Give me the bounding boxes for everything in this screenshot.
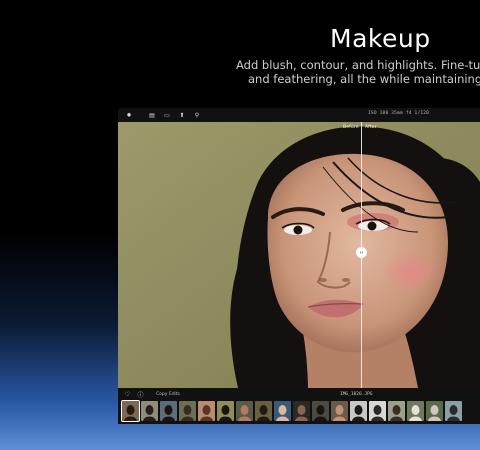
chat-icon[interactable]: ▭ [161, 110, 173, 120]
thumbnail[interactable] [274, 401, 291, 421]
editor-window: ✹ ▤ ▭ ⬆ ⚲ ISO 100 35mm f4 1/120 Before A… [118, 108, 480, 424]
thumbnail[interactable] [121, 400, 140, 422]
info-icon[interactable]: ⓘ [137, 390, 144, 399]
thumbnail[interactable] [198, 401, 215, 421]
thumbnail[interactable] [160, 401, 177, 421]
editor-toolbar: ✹ ▤ ▭ ⬆ ⚲ ISO 100 35mm f4 1/120 [118, 108, 480, 122]
thumbnail[interactable] [407, 401, 424, 421]
gallery-icon[interactable]: ▤ [146, 110, 158, 120]
thumbnail[interactable] [312, 401, 329, 421]
exif-readout: ISO 100 35mm f4 1/120 [368, 111, 430, 116]
copy-edits-button[interactable]: Copy Edits [156, 392, 180, 397]
hero-subtitle: Add blush, contour, and highlights. Fine… [236, 58, 480, 86]
share-icon[interactable]: ⬆ [176, 110, 188, 120]
before-label: Before [343, 125, 359, 130]
thumbnail[interactable] [369, 401, 386, 421]
thumbnail[interactable] [217, 401, 234, 421]
hero-subtitle-line1: Add blush, contour, and highlights. Fine… [236, 58, 480, 72]
hero-title: Makeup [330, 24, 431, 53]
thumbnail[interactable] [179, 401, 196, 421]
hero-subtitle-line2: and feathering, all the while maintainin… [248, 72, 480, 86]
thumbnail[interactable] [141, 401, 158, 421]
sun-icon[interactable]: ✹ [123, 110, 135, 120]
heart-icon[interactable]: ♡ [124, 391, 131, 398]
thumbnail[interactable] [445, 401, 462, 421]
thumbnail[interactable] [236, 401, 253, 421]
photo-canvas[interactable]: Before After ‹› [118, 122, 480, 388]
search-icon[interactable]: ⚲ [191, 110, 203, 120]
compare-slider-handle[interactable]: ‹› [356, 247, 367, 258]
thumbnail-strip [121, 400, 462, 422]
filename-label: IMG_1826.JPG [340, 392, 373, 397]
after-label: After [365, 125, 377, 130]
filmstrip-bar: ♡ ⓘ Copy Edits IMG_1826.JPG [118, 388, 480, 424]
thumbnail[interactable] [350, 401, 367, 421]
thumbnail[interactable] [331, 401, 348, 421]
thumbnail[interactable] [388, 401, 405, 421]
thumbnail[interactable] [255, 401, 272, 421]
thumbnail[interactable] [293, 401, 310, 421]
portrait-photo [118, 122, 480, 388]
thumbnail[interactable] [426, 401, 443, 421]
